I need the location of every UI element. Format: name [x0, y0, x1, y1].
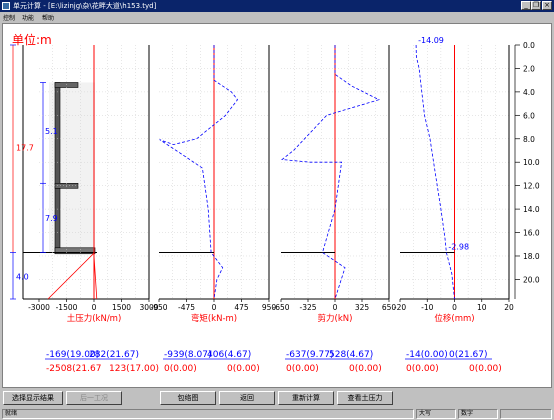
num-indicator: 数字: [458, 409, 498, 419]
x-tick-label: -950: [150, 303, 167, 312]
x-tick-label: -10: [421, 303, 433, 312]
strut-beam-1: [54, 82, 79, 88]
x-tick-label: -3000: [28, 303, 50, 312]
status-text: 就绪: [2, 409, 414, 419]
results-summary: -169(19.00)282(21.67)-2508(21.67 123(17.0…: [45, 350, 502, 374]
disp-min: 0(0.00): [406, 364, 439, 374]
depth-tick-label: 8.0: [523, 135, 535, 144]
annotation-top: -14.09: [418, 36, 444, 45]
x-tick-label: 20: [504, 303, 514, 312]
back-button[interactable]: 返回: [219, 391, 275, 405]
x-tick-label: -325: [299, 303, 316, 312]
depth-axis: 0.0 2.0 4.0 6.0 8.0 10.0 12.0 14.0 16.0 18.0 20.0: [514, 41, 540, 299]
unit-label: 单位:m: [12, 32, 52, 47]
x-tick-label: 0: [212, 303, 217, 312]
dim-label-bottom: 4.0: [16, 272, 29, 281]
next-case-button[interactable]: 后一工况: [66, 391, 122, 405]
window-title: 单元计算 - [E:\lizinjg\杂\花畔大道\h153.tyd]: [13, 2, 157, 10]
x-tick-label: -20: [394, 303, 406, 312]
moment-max2: 406(4.67): [207, 350, 251, 360]
series-line-1: [281, 45, 380, 300]
earth-max2: 282(21.67): [89, 350, 139, 360]
close-button[interactable]: ×: [542, 1, 552, 10]
earth-min: -2508(21.67: [46, 364, 101, 374]
x-axis-label: 位移(mm): [434, 313, 474, 324]
x-tick-label: 1500: [112, 303, 131, 312]
moment-min2: 0(0.00): [227, 364, 260, 374]
menu-bar: 控制 功能 帮助: [0, 12, 554, 22]
shear-chart: -650 -325 0 325 650剪力(kN): [272, 45, 396, 324]
app-icon: [2, 2, 10, 10]
x-tick-label: 0: [92, 303, 97, 312]
x-tick-label: 0: [452, 303, 457, 312]
moment-max: -939(8.07): [164, 350, 212, 360]
minimize-button[interactable]: _: [521, 1, 531, 10]
view-earth-pressure-button[interactable]: 查看土压力: [337, 391, 393, 405]
disp-max: -14(0.00): [406, 350, 448, 360]
depth-tick-label: 2.0: [523, 64, 535, 73]
x-tick-label: -1500: [56, 303, 78, 312]
diagram-svg: 单位:m 17.74.05.17.9 -3000 -1500 0 1500 3000土压…: [10, 32, 540, 374]
dim-label-seg2: 7.9: [45, 214, 58, 223]
x-axis-label: 剪力(kN): [318, 313, 353, 324]
maximize-button[interactable]: ❐: [531, 1, 541, 10]
depth-tick-label: 12.0: [523, 182, 540, 191]
menu-help[interactable]: 帮助: [42, 13, 54, 22]
disp-max2: 0(21.67): [449, 350, 488, 360]
status-empty: [500, 409, 552, 419]
dim-label-seg1: 5.1: [45, 127, 58, 136]
depth-tick-label: 6.0: [523, 111, 535, 120]
x-tick-label: 475: [234, 303, 249, 312]
x-tick-label: 325: [355, 303, 370, 312]
result-canvas: 单位:m 17.7 4.0 5.1 7.9 -3000 -1500 0 1500 3000 土压…: [2, 23, 552, 388]
depth-tick-label: 0.0: [523, 41, 535, 50]
dim-label-top: 17.7: [16, 143, 34, 152]
series-line-1: [415, 44, 455, 300]
shear-max: -637(9.77): [286, 350, 334, 360]
earth-min2: 123(17.00): [109, 364, 159, 374]
moment-chart: -950 -475 0 475 950弯矩(kN-m): [150, 45, 276, 324]
shear-max2: 528(4.67): [329, 350, 373, 360]
moment-min: 0(0.00): [164, 364, 197, 374]
strut-column: [54, 82, 61, 254]
button-bar: 选择显示结果 后一工况 包络图 返回 重新计算 查看土压力: [0, 390, 554, 408]
recalc-button[interactable]: 重新计算: [278, 391, 334, 405]
depth-tick-label: 14.0: [523, 205, 540, 214]
x-tick-label: -650: [272, 303, 289, 312]
x-axis-label: 弯矩(kN-m): [191, 313, 237, 324]
displacement-chart: -20 -10 0 10 20 位移(mm) -14.09 -2.98: [394, 36, 514, 324]
depth-tick-label: 20.0: [523, 275, 540, 284]
depth-tick-label: 18.0: [523, 252, 540, 261]
x-axis-label: 土压力(kN/m): [67, 313, 122, 324]
depth-tick-label: 4.0: [523, 88, 535, 97]
wall-profile: 17.7 4.0 5.1 7.9: [10, 44, 97, 300]
shear-min2: 0(0.00): [349, 364, 382, 374]
x-tick-label: 10: [477, 303, 487, 312]
series-line-1: [159, 45, 239, 300]
menu-control[interactable]: 控制: [3, 13, 15, 22]
x-tick-label: 0: [333, 303, 338, 312]
select-result-button[interactable]: 选择显示结果: [3, 391, 63, 405]
annotation-bottom: -2.98: [448, 242, 469, 251]
depth-tick-label: 10.0: [523, 158, 540, 167]
caps-indicator: 大写: [416, 409, 456, 419]
menu-function[interactable]: 功能: [22, 13, 34, 22]
status-bar: 就绪 大写 数字: [0, 408, 554, 420]
envelope-button[interactable]: 包络图: [160, 391, 216, 405]
title-bar: 单元计算 - [E:\lizinjg\杂\花畔大道\h153.tyd] _ ❐ …: [0, 0, 554, 12]
disp-min2: 0(0.00): [469, 364, 502, 374]
x-tick-label: -475: [178, 303, 195, 312]
depth-tick-label: 16.0: [523, 229, 540, 238]
shear-min: 0(0.00): [286, 364, 319, 374]
